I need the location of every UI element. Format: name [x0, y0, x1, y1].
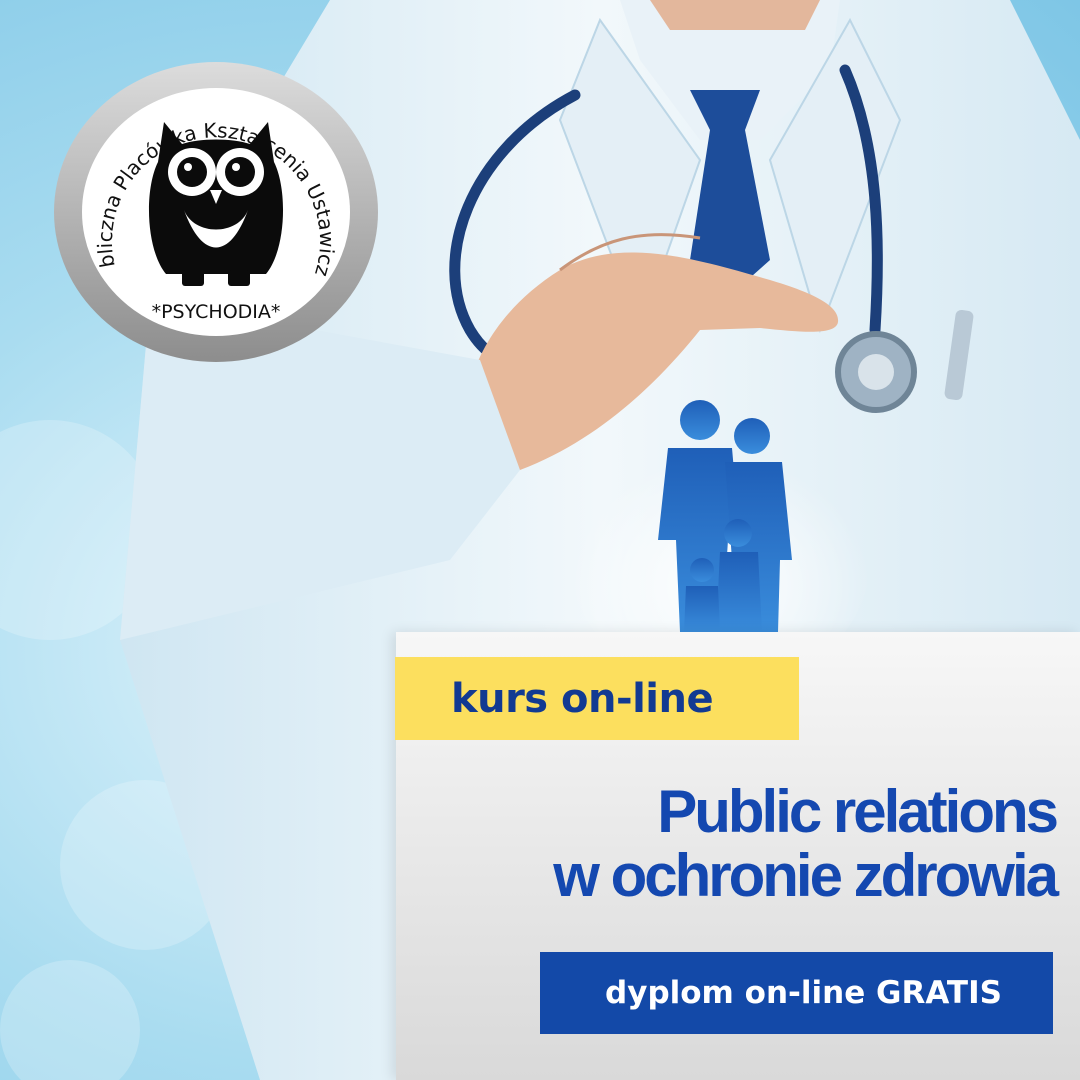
course-type-label: kurs on-line: [451, 675, 714, 722]
course-title-line-2: w ochronie zdrowia: [553, 842, 1059, 909]
psychodia-logo: Niepubliczna Placówka Kształcenia Ustawi…: [52, 60, 378, 362]
course-title-line-1: Public relations: [657, 778, 1059, 845]
course-title: Public relations w ochronie zdrowia: [553, 778, 1059, 909]
course-type-tag: kurs on-line: [395, 657, 799, 740]
logo-name: *PSYCHODIA*: [152, 301, 281, 323]
promo-banner: Niepubliczna Placówka Kształcenia Ustawi…: [0, 0, 1080, 1080]
diploma-button-label: dyplom on-line GRATIS: [605, 975, 1002, 1011]
owl-icon: [148, 122, 284, 286]
diploma-button[interactable]: dyplom on-line GRATIS: [540, 952, 1053, 1034]
